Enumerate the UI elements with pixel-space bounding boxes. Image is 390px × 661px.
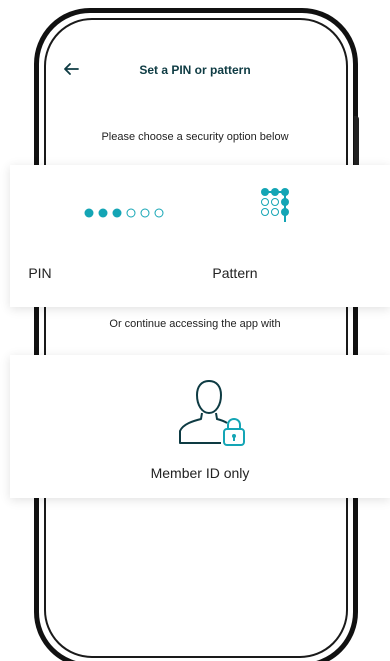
security-options-card: PIN Pattern [10,165,390,307]
pin-option[interactable]: PIN [10,165,200,307]
user-lock-icon [179,379,245,446]
or-continue-text: Or continue accessing the app with [109,318,281,330]
member-id-only-label: Member ID only [150,465,250,481]
pattern-option[interactable]: Pattern [200,165,390,307]
pin-option-label: PIN [28,265,52,281]
page-title: Set a PIN or pattern [139,63,251,77]
instruction-text: Please choose a security option below [101,131,289,143]
pattern-grid-icon [261,188,289,222]
phone-frame [34,8,358,661]
screen: Set a PIN or pattern Please choose a sec… [0,0,390,661]
pattern-option-label: Pattern [212,265,258,281]
phone-screen-rim [44,18,348,658]
pin-dots-icon [84,208,164,218]
member-id-only-card[interactable]: Member ID only [10,355,390,498]
arrow-left-icon[interactable] [63,62,79,76]
